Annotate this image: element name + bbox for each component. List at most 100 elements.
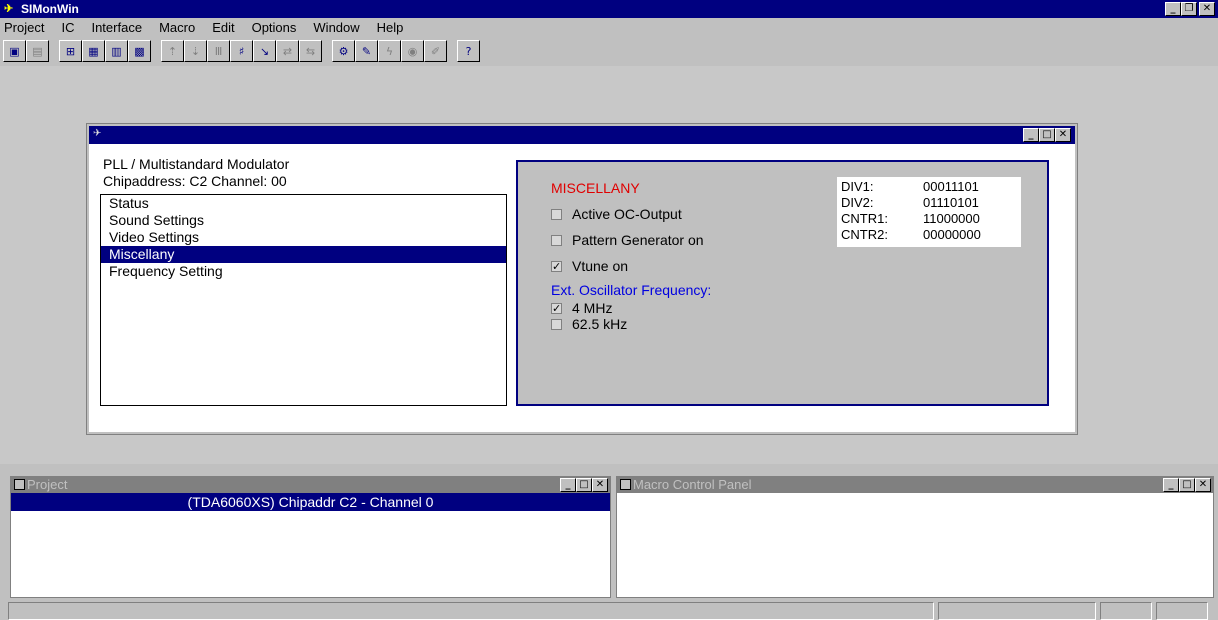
close-icon[interactable]: ✕: [592, 478, 608, 492]
vtune-row[interactable]: ✓ Vtune on: [551, 258, 628, 274]
lightning-icon[interactable]: ϟ: [378, 40, 401, 62]
macro-panel-icon: [620, 479, 631, 490]
minimize-icon[interactable]: _: [1163, 478, 1179, 492]
app-title-bar: ✈ SIMonWin _ ❐ ✕: [0, 0, 1218, 18]
project-caption-buttons: _ □ ✕: [560, 478, 608, 492]
add-ic-icon[interactable]: ⊞: [59, 40, 82, 62]
new-project-icon[interactable]: ▣: [3, 40, 26, 62]
active-oc-output-label: Active OC-Output: [572, 206, 682, 222]
run-icon[interactable]: ⚙: [332, 40, 355, 62]
child-caption-buttons: _ □ ✕: [1023, 128, 1071, 142]
bus-read-icon[interactable]: Ⅲ: [207, 40, 230, 62]
register-name: CNTR1:: [841, 211, 888, 226]
register-row: CNTR2: 00000000: [841, 227, 1017, 243]
edit-ic-icon[interactable]: ✎: [355, 40, 378, 62]
active-oc-output-checkbox[interactable]: [551, 208, 562, 220]
vtune-label: Vtune on: [572, 258, 629, 274]
ic-settings-icon[interactable]: ▩: [128, 40, 151, 62]
project-window: Project _ □ ✕ (TDA6060XS) Chipaddr C2 - …: [10, 476, 611, 598]
upload-icon[interactable]: ⇡: [161, 40, 184, 62]
macro-control-panel-window: Macro Control Panel _ □ ✕: [616, 476, 1214, 598]
register-name: CNTR2:: [841, 227, 888, 242]
chip-address-line: Chipaddress: C2 Channel: 00: [103, 173, 287, 189]
list-item-sound-settings[interactable]: Sound Settings: [101, 212, 506, 229]
macro-title-bar[interactable]: Macro Control Panel _ □ ✕: [617, 477, 1213, 493]
status-bar: [0, 600, 1218, 620]
register-readout: DIV1: 00011101 DIV2: 01110101 CNTR1: 110…: [837, 177, 1021, 247]
list-item-video-settings[interactable]: Video Settings: [101, 229, 506, 246]
menu-macro[interactable]: Macro: [159, 20, 195, 35]
status-bar-pane-3: [1100, 602, 1152, 620]
osc-4mhz-label: 4 MHz: [572, 300, 613, 316]
pattern-generator-checkbox[interactable]: [551, 234, 562, 246]
menu-options[interactable]: Options: [252, 20, 297, 35]
child-window-icon: ✈: [93, 128, 102, 139]
list-item-frequency-setting[interactable]: Frequency Setting: [101, 263, 506, 280]
ic-register-icon[interactable]: ▦: [82, 40, 105, 62]
miscellany-title: MISCELLANY: [551, 180, 640, 196]
help-icon[interactable]: ?: [457, 40, 480, 62]
menu-window[interactable]: Window: [313, 20, 359, 35]
menu-help[interactable]: Help: [377, 20, 404, 35]
register-row: DIV2: 01110101: [841, 195, 1017, 211]
list-item-miscellany[interactable]: Miscellany: [101, 246, 506, 263]
close-icon[interactable]: ✕: [1199, 2, 1215, 16]
register-row: CNTR1: 11000000: [841, 211, 1017, 227]
pattern-generator-row[interactable]: Pattern Generator on: [551, 232, 704, 248]
close-icon[interactable]: ✕: [1055, 128, 1071, 142]
child-title-bar[interactable]: ✈ _ □ ✕: [89, 126, 1075, 144]
macro-edit-icon[interactable]: ⇆: [299, 40, 322, 62]
toolbar: ▣ ▤ ⊞ ▦ ▥ ▩ ⇡ ⇣ Ⅲ ♯ ↘ ⇄ ⇆ ⚙ ✎ ϟ ◉ ✐ ?: [0, 38, 1218, 64]
pointer-icon[interactable]: ↘: [253, 40, 276, 62]
download-icon[interactable]: ⇣: [184, 40, 207, 62]
maximize-icon[interactable]: □: [1039, 128, 1055, 142]
macro-caption-buttons: _ □ ✕: [1163, 478, 1211, 492]
minimize-icon[interactable]: _: [560, 478, 576, 492]
close-project-icon[interactable]: ▤: [26, 40, 49, 62]
menu-ic[interactable]: IC: [61, 20, 74, 35]
macro-record-icon[interactable]: ⇄: [276, 40, 299, 62]
active-oc-output-row[interactable]: Active OC-Output: [551, 206, 682, 222]
project-title-bar[interactable]: Project _ □ ✕: [11, 477, 610, 493]
pattern-generator-label: Pattern Generator on: [572, 232, 704, 248]
menu-interface[interactable]: Interface: [91, 20, 142, 35]
register-value: 00011101: [923, 179, 979, 194]
settings-list: Status Sound Settings Video Settings Mis…: [100, 194, 507, 406]
osc-62-5khz-label: 62.5 kHz: [572, 316, 628, 332]
minimize-icon[interactable]: _: [1023, 128, 1039, 142]
register-value: 00000000: [923, 227, 981, 242]
maximize-icon[interactable]: □: [1179, 478, 1195, 492]
menu-edit[interactable]: Edit: [212, 20, 234, 35]
minimize-icon[interactable]: _: [1165, 2, 1181, 16]
list-item-status[interactable]: Status: [101, 195, 506, 212]
project-tree-item[interactable]: (TDA6060XS) Chipaddr C2 - Channel 0: [11, 493, 610, 511]
register-value: 11000000: [923, 211, 980, 226]
osc-62-5khz-checkbox[interactable]: [551, 318, 562, 330]
app-title: SIMonWin: [21, 2, 79, 16]
osc-4mhz-checkbox[interactable]: ✓: [551, 302, 562, 314]
status-bar-pane-main: [8, 602, 934, 620]
stop-icon[interactable]: ◉: [401, 40, 424, 62]
app-icon: ✈: [4, 3, 14, 15]
restore-icon[interactable]: ❐: [1181, 2, 1197, 16]
miscellany-panel: MISCELLANY Active OC-Output Pattern Gene…: [516, 160, 1049, 406]
app-caption-buttons: _ ❐ ✕: [1165, 2, 1215, 16]
maximize-icon[interactable]: □: [576, 478, 592, 492]
project-icon: [14, 479, 25, 490]
osc-4mhz-row[interactable]: ✓ 4 MHz: [551, 300, 612, 316]
status-bar-pane-2: [938, 602, 1096, 620]
close-icon[interactable]: ✕: [1195, 478, 1211, 492]
osc-62-5khz-row[interactable]: 62.5 kHz: [551, 316, 627, 332]
bus-write-icon[interactable]: ♯: [230, 40, 253, 62]
register-name: DIV2:: [841, 195, 874, 210]
register-value: 01110101: [923, 195, 979, 210]
vtune-checkbox[interactable]: ✓: [551, 260, 562, 272]
status-bar-pane-4: [1156, 602, 1208, 620]
register-row: DIV1: 00011101: [841, 179, 1017, 195]
macro-title: Macro Control Panel: [633, 477, 752, 492]
ext-oscillator-label: Ext. Oscillator Frequency:: [551, 282, 712, 298]
menu-bar: Project IC Interface Macro Edit Options …: [0, 18, 1218, 36]
menu-project[interactable]: Project: [4, 20, 44, 35]
ic-view-icon[interactable]: ▥: [105, 40, 128, 62]
pen-icon[interactable]: ✐: [424, 40, 447, 62]
